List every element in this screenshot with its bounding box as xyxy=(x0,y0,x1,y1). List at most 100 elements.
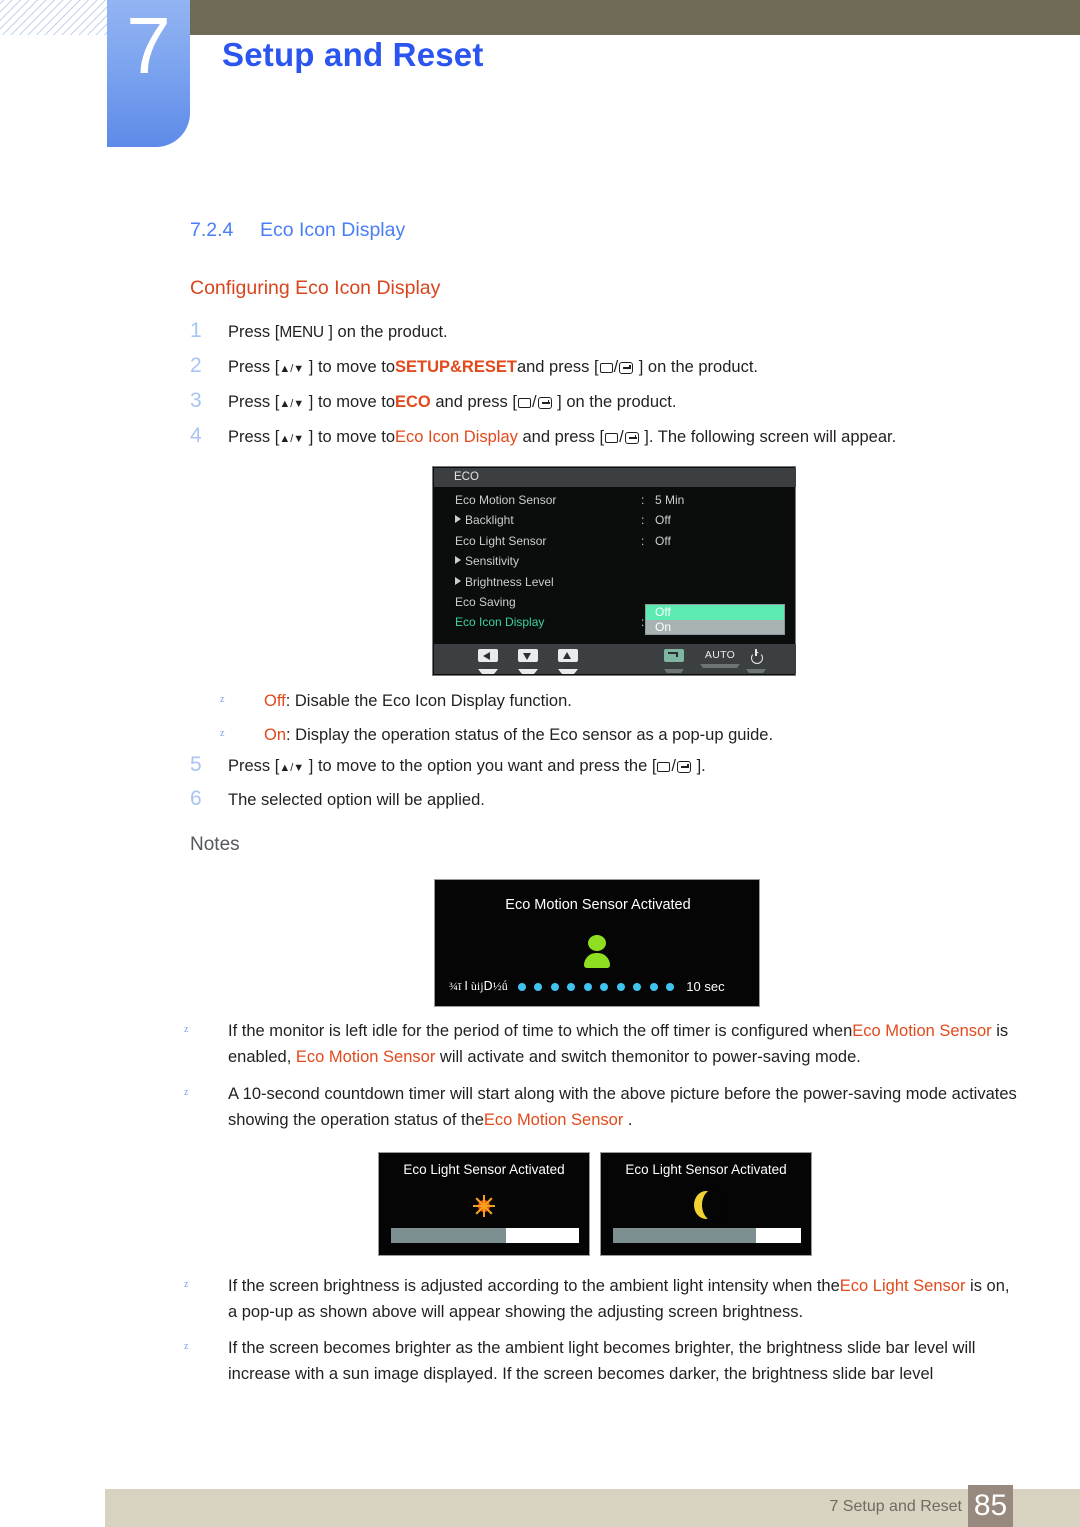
footer-text: 7 Setup and Reset xyxy=(829,1498,962,1515)
step-text: ] on the product. xyxy=(552,393,677,411)
step-text: ] to move to xyxy=(304,428,395,446)
step-number: 1 xyxy=(190,319,202,342)
eco-light-sensor-popup-sun: Eco Light Sensor Activated xyxy=(378,1152,590,1256)
step-5: 5 Press [▲/▼ ] to move to the option you … xyxy=(190,753,706,776)
enter-button[interactable] xyxy=(664,649,684,673)
submenu-arrow-icon xyxy=(455,556,461,565)
osd-row-value: 5 Min xyxy=(655,493,685,507)
step-number: 6 xyxy=(190,787,202,810)
auto-button[interactable]: AUTO xyxy=(700,649,740,668)
step-text: Press [ xyxy=(228,393,280,411)
osd-colon: : xyxy=(641,615,645,630)
osd-row-label: Eco Icon Display xyxy=(455,615,545,630)
osd-option-off[interactable]: Off xyxy=(646,605,784,620)
osd-option-on[interactable]: On xyxy=(646,619,784,634)
bullet-marker-icon: z xyxy=(184,1024,189,1035)
rect-key-icon xyxy=(599,363,613,373)
submenu-arrow-icon xyxy=(455,576,461,585)
power-icon xyxy=(750,649,763,662)
osd-colon: : xyxy=(641,513,645,528)
step-text: and press [ xyxy=(430,393,517,411)
keyword-text: SETUP&RESET xyxy=(395,358,517,376)
osd-option-popup[interactable]: Off On xyxy=(645,604,785,635)
osd-row-backlight[interactable]: Backlight: Off xyxy=(433,513,797,533)
section-title: Eco Icon Display xyxy=(260,219,406,241)
enter-key-icon xyxy=(537,397,552,409)
glyph-separator: / xyxy=(671,757,677,775)
button-indicator-icon xyxy=(700,664,740,668)
keyword-text: Eco Icon Display xyxy=(395,428,518,446)
step-text: Press [ xyxy=(228,757,280,775)
button-indicator-icon xyxy=(478,669,498,674)
left-arrow-button[interactable] xyxy=(478,649,498,674)
up-down-arrow-icon: ▲/▼ xyxy=(279,398,305,410)
eco-light-sensor-popup-moon: Eco Light Sensor Activated xyxy=(600,1152,812,1256)
step-text: will activate and switch the xyxy=(435,1047,635,1066)
step-text: ]. xyxy=(692,757,706,775)
person-icon xyxy=(584,935,610,968)
step-text: If the screen brightness is adjusted acc… xyxy=(228,1277,840,1295)
step-text: If the screen becomes brighter as the am… xyxy=(228,1339,976,1383)
chapter-tab: 7 xyxy=(107,0,190,147)
keyword-text: Eco Motion Sensor xyxy=(295,1047,436,1066)
osd-row-label: Backlight xyxy=(455,513,514,527)
osd-row-label: Eco Saving xyxy=(455,594,516,609)
countdown-dot xyxy=(666,982,675,991)
step-number: 4 xyxy=(190,424,202,447)
left-icon xyxy=(478,649,498,662)
osd-colon: : xyxy=(641,493,645,507)
osd-row-eco-motion-sensor[interactable]: Eco Motion Sensor:5 Min xyxy=(433,493,797,513)
light-popup-title: Eco Light Sensor Activated xyxy=(625,1162,787,1177)
step-text: ] on the product. xyxy=(323,323,448,341)
chapter-number: 7 xyxy=(126,1,171,90)
option-bullet-on: z On: Display the operation status of the… xyxy=(220,723,1004,749)
step-text: ] to move to xyxy=(304,358,395,376)
brightness-slider xyxy=(391,1228,579,1243)
auto-label: AUTO xyxy=(704,649,736,661)
step-2: 2 Press [▲/▼ ] to move toSETUP&RESETand p… xyxy=(190,354,759,377)
osd-row-sensitivity[interactable]: Sensitivity xyxy=(433,554,797,574)
osd-row-label: Eco Motion Sensor xyxy=(455,493,557,507)
enter-key-icon xyxy=(677,761,692,773)
down-arrow-button[interactable] xyxy=(518,649,538,674)
step-number: 2 xyxy=(190,354,202,377)
step-text: . xyxy=(623,1110,633,1129)
countdown-dot xyxy=(534,982,543,991)
button-indicator-icon xyxy=(746,669,766,673)
countdown-dots xyxy=(517,982,675,991)
bullet-marker-icon: z xyxy=(220,694,225,705)
step-4: 4 Press [▲/▼ ] to move toEco Icon Display… xyxy=(190,424,896,447)
brightness-slider xyxy=(613,1228,801,1243)
step-text: Press [ xyxy=(228,323,280,341)
countdown-caption: ¾ī Ⅰ ùijⅮ½ǘ xyxy=(449,979,508,993)
up-down-arrow-icon: ▲/▼ xyxy=(279,363,305,375)
note-bullet: z If the screen becomes brighter as the a… xyxy=(184,1336,1022,1387)
keyword-text: On xyxy=(264,726,287,744)
rect-key-icon xyxy=(657,762,671,772)
osd-row-brightness-level[interactable]: Brightness Level xyxy=(433,575,797,595)
step-text: ] on the product. xyxy=(634,358,759,376)
keyword-text: Eco Motion Sensor xyxy=(852,1022,992,1040)
light-popup-title: Eco Light Sensor Activated xyxy=(403,1162,565,1177)
step-text: ] to move to xyxy=(304,393,395,411)
note-bullet: z If the screen brightness is adjusted ac… xyxy=(184,1274,1022,1325)
button-indicator-icon xyxy=(664,669,684,673)
chapter-title: Setup and Reset xyxy=(222,36,484,73)
rect-key-icon xyxy=(605,433,619,443)
osd-row-label: Sensitivity xyxy=(455,554,519,568)
step-3: 3 Press [▲/▼ ] to move toECO and press [/… xyxy=(190,389,677,412)
osd-title: ECO xyxy=(434,468,796,487)
up-arrow-button[interactable] xyxy=(558,649,578,674)
step-number: 5 xyxy=(190,753,202,776)
motion-popup-footer: ¾ī Ⅰ ùijⅮ½ǘ 10 sec xyxy=(435,979,761,994)
menu-key-label: MENU xyxy=(279,324,324,341)
seconds-label: 10 sec xyxy=(686,979,725,994)
countdown-dot xyxy=(567,982,576,991)
enter-key-icon xyxy=(624,432,639,444)
osd-menu-screenshot: ECO Eco Motion Sensor:5 Min Backlight: Off… xyxy=(432,466,796,676)
power-button[interactable] xyxy=(746,649,766,673)
enter-icon xyxy=(664,649,684,662)
osd-row-eco-light-sensor[interactable]: Eco Light Sensor: Off xyxy=(433,534,797,554)
keyword-text: Eco Light Sensor xyxy=(839,1277,966,1295)
countdown-dot xyxy=(517,982,526,991)
